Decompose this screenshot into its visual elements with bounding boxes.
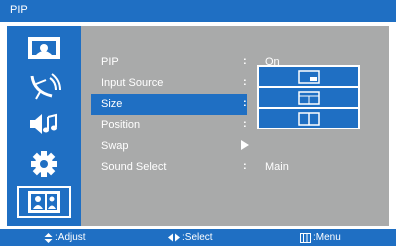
menu-hint-label: :Menu: [313, 232, 341, 243]
sound-icon[interactable]: [17, 108, 71, 140]
satellite-dish-icon[interactable]: [17, 70, 71, 102]
menu-item-sound-select[interactable]: Sound Select : Main: [85, 157, 385, 178]
pip-split-unequal-icon: [297, 90, 320, 105]
size-option-split-unequal[interactable]: [259, 88, 358, 107]
menu-item-label: Position: [101, 119, 141, 131]
menu-item-swap[interactable]: Swap: [85, 136, 385, 157]
submenu-arrow-icon: [241, 140, 249, 150]
size-option-small[interactable]: [259, 67, 358, 86]
size-option-split-equal[interactable]: [259, 109, 358, 128]
title-bar: PIP: [0, 0, 396, 22]
select-hint: :Select: [168, 232, 213, 243]
menu-item-value: Main: [265, 161, 289, 173]
menu-item-label: Size: [101, 98, 123, 110]
picture-icon[interactable]: [17, 32, 71, 64]
menu-item-label: Input Source: [101, 77, 164, 89]
left-right-arrows-icon: [168, 233, 180, 242]
adjust-hint: :Adjust: [44, 232, 86, 243]
pip-menu-screen: PIP PIP: On Input Source: Size: Posit…: [0, 0, 396, 246]
pip-split-equal-icon: [297, 111, 320, 126]
menu-hint: :Menu: [300, 232, 341, 243]
menu-item-label: Swap: [101, 140, 129, 152]
adjust-hint-label: :Adjust: [55, 232, 86, 243]
pip-small-window-icon: [297, 69, 320, 84]
menu-item-label: PIP: [101, 56, 119, 68]
menu-item-label: Sound Select: [101, 161, 167, 173]
select-hint-label: :Select: [182, 232, 213, 243]
menu-button-icon: [300, 232, 311, 243]
size-options-dropdown: [257, 65, 360, 129]
gear-icon[interactable]: [17, 148, 71, 180]
menu-title: PIP: [10, 4, 28, 16]
up-down-arrows-icon: [44, 232, 53, 243]
pip-icon[interactable]: [17, 186, 71, 218]
category-sidebar: [7, 26, 81, 226]
footer-hints: :Adjust :Select :Menu: [0, 229, 396, 246]
